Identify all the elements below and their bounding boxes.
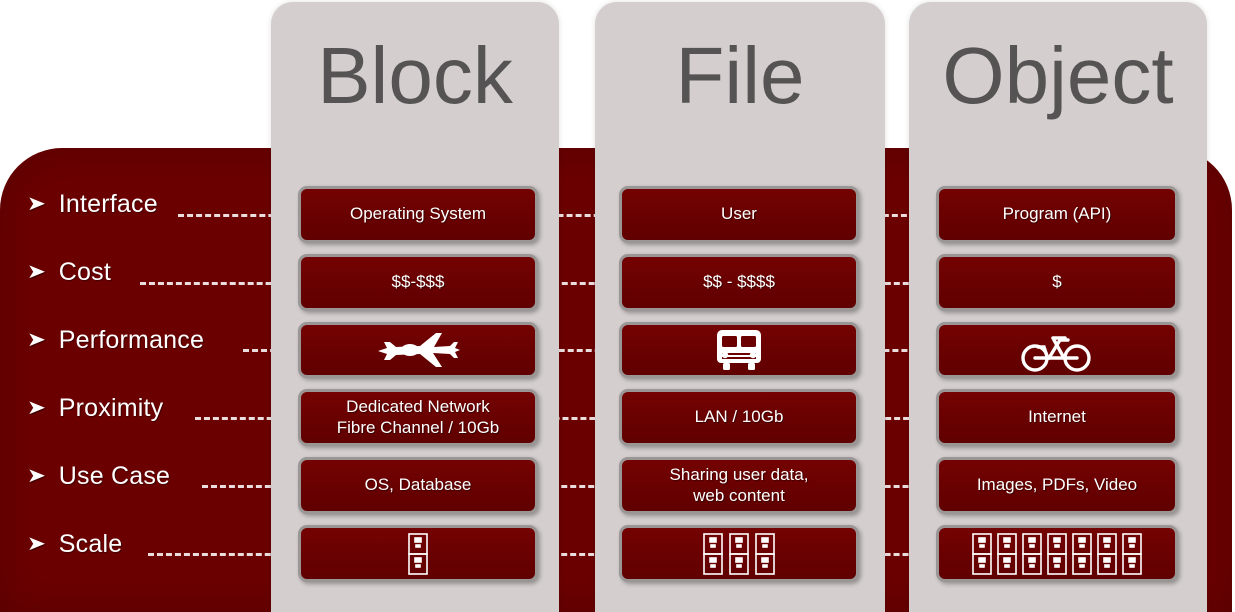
arrow-bullet-icon: ➤ [26, 533, 47, 555]
criteria-row-scale: ➤ Scale [26, 524, 123, 564]
criteria-label-use-case: Use Case [58, 461, 171, 490]
cell-text: Operating System [349, 204, 487, 224]
cell-block-use-case[interactable]: OS, Database [298, 457, 538, 514]
cell-text: $$ - $$$$ [703, 272, 775, 292]
cell-text: Internet [1028, 407, 1086, 427]
cell-text: Dedicated Network Fibre Channel / 10Gb [336, 397, 500, 437]
filing-cabinet-group-block [407, 532, 429, 576]
arrow-bullet-icon: ➤ [26, 329, 47, 351]
bus-icon [622, 325, 856, 375]
criteria-list: ➤ Interface ➤ Cost ➤ Performance ➤ Proxi… [0, 176, 300, 588]
cell-object-scale[interactable] [936, 525, 1178, 582]
cell-block-interface[interactable]: Operating System [298, 186, 538, 243]
arrow-bullet-icon: ➤ [26, 465, 47, 487]
criteria-label-scale: Scale [58, 529, 123, 558]
filing-cabinet-group-file [702, 532, 776, 576]
filing-cabinet-icon [703, 532, 723, 575]
cell-file-scale[interactable] [619, 525, 859, 582]
filing-cabinet-icon [1072, 532, 1092, 575]
cell-text: Sharing user data, web content [669, 465, 809, 505]
cell-object-interface[interactable]: Program (API) [936, 186, 1178, 243]
column-title-object: Object [942, 31, 1174, 120]
filing-cabinet-icon [972, 532, 992, 575]
filing-cabinet-group-object [971, 532, 1143, 576]
criteria-row-use-case: ➤ Use Case [26, 456, 171, 496]
filing-cabinet-icon [1022, 532, 1042, 575]
column-title-file: File [675, 31, 805, 120]
cell-file-performance[interactable] [619, 322, 859, 378]
cell-object-performance[interactable] [936, 322, 1178, 378]
cell-block-cost[interactable]: $$-$$$ [298, 254, 538, 311]
criteria-row-performance: ➤ Performance [26, 320, 205, 360]
arrow-bullet-icon: ➤ [26, 193, 47, 215]
cell-block-proximity[interactable]: Dedicated Network Fibre Channel / 10Gb [298, 389, 538, 446]
cell-text: User [721, 204, 757, 224]
filing-cabinet-icon [1122, 532, 1142, 575]
cell-text: Program (API) [1002, 204, 1112, 224]
cell-text: $ [1052, 272, 1062, 292]
cell-file-proximity[interactable]: LAN / 10Gb [619, 389, 859, 446]
cell-file-use-case[interactable]: Sharing user data, web content [619, 457, 859, 514]
bicycle-icon [939, 325, 1175, 375]
cell-file-interface[interactable]: User [619, 186, 859, 243]
cell-text: $$-$$$ [391, 272, 445, 292]
cell-file-cost[interactable]: $$ - $$$$ [619, 254, 859, 311]
cell-object-cost[interactable]: $ [936, 254, 1178, 311]
filing-cabinet-icon [408, 532, 428, 575]
criteria-row-cost: ➤ Cost [26, 252, 111, 292]
column-title-block: Block [317, 31, 513, 120]
cell-block-scale[interactable] [298, 525, 538, 582]
cell-text: OS, Database [364, 475, 472, 495]
filing-cabinet-icon [729, 532, 749, 575]
airplane-icon [301, 325, 535, 375]
cell-block-performance[interactable] [298, 322, 538, 378]
criteria-row-interface: ➤ Interface [26, 184, 158, 224]
criteria-label-cost: Cost [58, 257, 111, 286]
cell-object-proximity[interactable]: Internet [936, 389, 1178, 446]
cell-text: LAN / 10Gb [694, 407, 784, 427]
cell-object-use-case[interactable]: Images, PDFs, Video [936, 457, 1178, 514]
arrow-bullet-icon: ➤ [26, 261, 47, 283]
filing-cabinet-icon [1047, 532, 1067, 575]
cell-text: Images, PDFs, Video [976, 475, 1138, 495]
arrow-bullet-icon: ➤ [26, 397, 47, 419]
filing-cabinet-icon [755, 532, 775, 575]
criteria-label-proximity: Proximity [58, 393, 164, 422]
criteria-row-proximity: ➤ Proximity [26, 388, 164, 428]
diagram-canvas: ➤ Interface ➤ Cost ➤ Performance ➤ Proxi… [0, 0, 1235, 612]
filing-cabinet-icon [1097, 532, 1117, 575]
filing-cabinet-icon [997, 532, 1017, 575]
criteria-label-interface: Interface [58, 189, 158, 218]
criteria-label-performance: Performance [58, 325, 205, 354]
